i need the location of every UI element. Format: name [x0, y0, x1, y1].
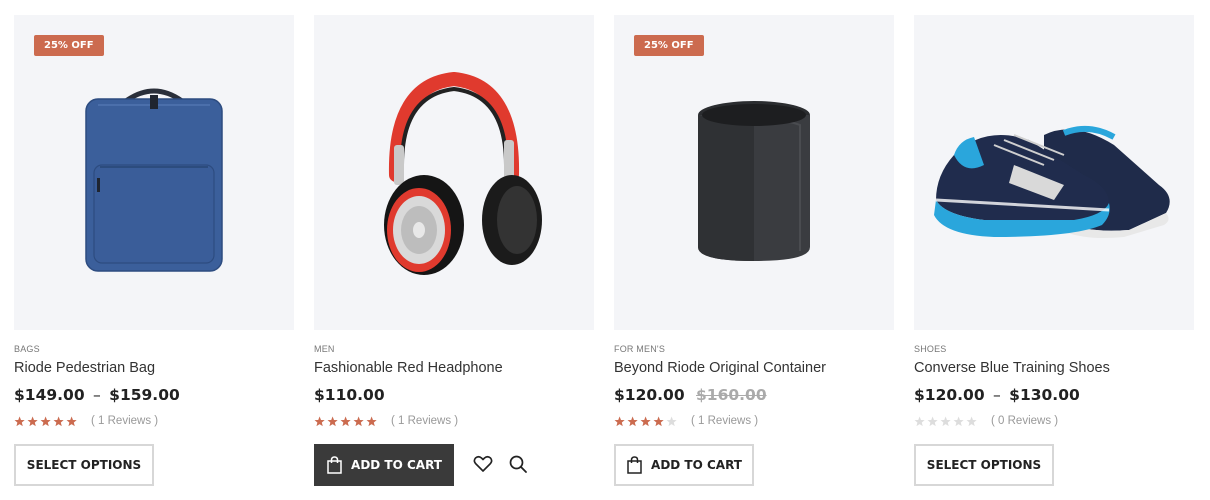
star-icon	[666, 416, 677, 426]
star-icon	[40, 416, 51, 426]
star-icon	[927, 416, 938, 426]
star-rating	[914, 416, 978, 427]
product-grid: 25% OFF BAGS Riode Pedestrian Bag $149.0…	[14, 15, 1194, 495]
shopping-bag-icon	[627, 456, 642, 474]
star-icon	[53, 416, 64, 426]
star-icon	[353, 416, 364, 426]
star-rating	[314, 416, 378, 427]
product-category[interactable]: BAGS	[14, 344, 40, 354]
wishlist-button[interactable]	[471, 452, 495, 476]
star-icon	[66, 416, 77, 426]
price-separator: –	[993, 386, 1001, 404]
star-icon	[966, 416, 977, 426]
product-price: $110.00	[314, 386, 385, 404]
select-options-label: SELECT OPTIONS	[26, 458, 142, 472]
product-category[interactable]: FOR MEN'S	[614, 344, 665, 354]
heart-icon	[473, 455, 493, 472]
product-card-riode-bag: 25% OFF BAGS Riode Pedestrian Bag $149.0…	[14, 15, 294, 495]
stars-filled-graphic	[14, 416, 77, 426]
rating-row: ( 1 Reviews )	[14, 414, 158, 428]
stars-filled	[614, 416, 665, 427]
stars-filled-graphic	[314, 416, 377, 426]
backpack-image	[85, 88, 223, 272]
product-image[interactable]: 25% OFF	[614, 15, 894, 330]
stars-empty	[914, 416, 977, 426]
star-icon	[14, 416, 25, 426]
product-image[interactable]	[914, 15, 1194, 330]
star-icon	[940, 416, 951, 426]
product-category[interactable]: SHOES	[914, 344, 947, 354]
star-icon	[314, 416, 325, 426]
star-icon	[340, 416, 351, 426]
shoe-image	[934, 125, 1170, 239]
rating-row: ( 0 Reviews )	[914, 414, 1058, 428]
product-image[interactable]: 25% OFF	[14, 15, 294, 330]
price-low: $149.00	[14, 386, 85, 404]
product-price: $149.00 – $159.00	[14, 386, 180, 404]
product-price: $120.00 $160.00	[614, 386, 767, 404]
price-high: $130.00	[1009, 386, 1080, 404]
reviews-link[interactable]: ( 1 Reviews )	[391, 415, 458, 427]
quickview-button[interactable]	[506, 452, 530, 476]
shopping-bag-icon	[327, 456, 342, 474]
reviews-link[interactable]: ( 1 Reviews )	[691, 415, 758, 427]
product-image[interactable]	[314, 15, 594, 330]
container-image	[698, 101, 810, 261]
stars-filled	[14, 416, 78, 427]
star-icon	[953, 416, 964, 426]
product-name[interactable]: Beyond Riode Original Container	[614, 360, 826, 376]
select-options-label: SELECT OPTIONS	[926, 458, 1042, 472]
star-icon	[914, 416, 925, 426]
price-old: $160.00	[696, 386, 767, 404]
add-to-cart-label: ADD TO CART	[651, 458, 742, 472]
star-icon	[327, 416, 338, 426]
product-name[interactable]: Converse Blue Training Shoes	[914, 360, 1110, 376]
search-icon	[509, 455, 527, 473]
price-high: $159.00	[109, 386, 180, 404]
add-to-cart-label: ADD TO CART	[351, 458, 442, 472]
product-name[interactable]: Fashionable Red Headphone	[314, 360, 503, 376]
select-options-button[interactable]: SELECT OPTIONS	[914, 444, 1054, 486]
star-icon	[366, 416, 377, 426]
price-low: $120.00	[914, 386, 985, 404]
add-to-cart-button[interactable]: ADD TO CART	[314, 444, 454, 486]
stars-filled	[314, 416, 378, 427]
star-icon	[653, 416, 664, 426]
discount-badge: 25% OFF	[34, 35, 104, 56]
headphone-image	[384, 71, 542, 275]
discount-badge: 25% OFF	[634, 35, 704, 56]
rating-row: ( 1 Reviews )	[614, 414, 758, 428]
stars-filled-graphic	[614, 416, 664, 426]
reviews-link[interactable]: ( 0 Reviews )	[991, 415, 1058, 427]
price-current: $120.00	[614, 386, 685, 404]
reviews-link[interactable]: ( 1 Reviews )	[91, 415, 158, 427]
product-card-converse-shoes: SHOES Converse Blue Training Shoes $120.…	[914, 15, 1194, 495]
select-options-button[interactable]: SELECT OPTIONS	[14, 444, 154, 486]
product-price: $120.00 – $130.00	[914, 386, 1080, 404]
star-rating	[14, 416, 78, 427]
add-to-cart-button[interactable]: ADD TO CART	[614, 444, 754, 486]
product-name[interactable]: Riode Pedestrian Bag	[14, 360, 155, 376]
star-rating	[614, 416, 678, 427]
star-icon	[27, 416, 38, 426]
star-icon	[627, 416, 638, 426]
product-category[interactable]: MEN	[314, 344, 335, 354]
star-icon	[614, 416, 625, 426]
product-card-container: 25% OFF FOR MEN'S Beyond Riode Original …	[614, 15, 894, 495]
price-separator: –	[93, 386, 101, 404]
rating-row: ( 1 Reviews )	[314, 414, 458, 428]
star-icon	[640, 416, 651, 426]
product-card-red-headphone: MEN Fashionable Red Headphone $110.00 ( …	[314, 15, 594, 495]
